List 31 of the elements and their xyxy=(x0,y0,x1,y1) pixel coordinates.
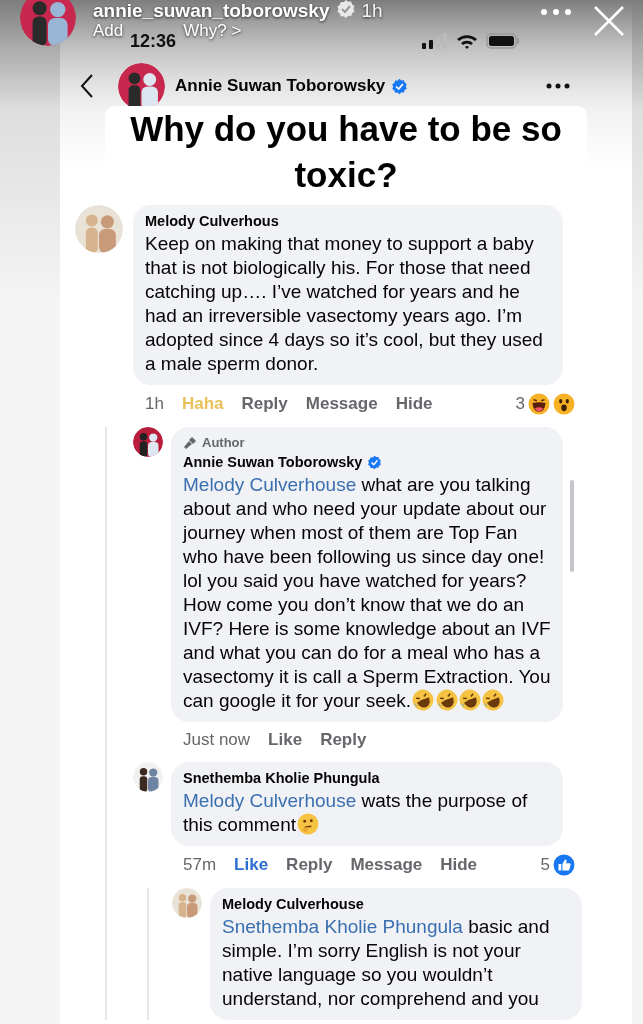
reaction-count: 3 xyxy=(515,394,525,414)
story-age: 1h xyxy=(361,0,383,22)
commenter-name[interactable]: Melody Culverhouse xyxy=(222,896,364,912)
mention-link[interactable]: Snethemba Kholie Phungula xyxy=(222,916,463,937)
comment-action-link[interactable]: Hide xyxy=(440,855,478,875)
comment-time: 57m xyxy=(183,855,217,875)
reaction-button[interactable]: Like xyxy=(268,730,303,750)
status-time: 12:36 xyxy=(130,30,177,52)
comment-action-link[interactable]: Reply xyxy=(320,730,367,750)
mention-link[interactable]: Melody Culverhouse xyxy=(183,474,357,495)
commenter-name[interactable]: Annie Suwan Toborowsky xyxy=(183,454,363,470)
comment-text: Melody Culverhouse wats the purpose of this comment xyxy=(183,789,529,837)
reaction-count: 5 xyxy=(540,855,550,875)
author-label: Author xyxy=(202,435,245,450)
comment-action-link[interactable]: Reply xyxy=(241,394,288,414)
page-name[interactable]: Annie Suwan Toborowsky xyxy=(175,76,386,96)
reaction-button[interactable]: Like xyxy=(234,855,269,875)
comment-text: Snethemba Kholie Phungula basic and simple. I’m sorry English is not your native language so you wouldn’t understand, nor comprehend and you xyxy=(222,915,551,1011)
story-subtitle: Add xyxy=(93,21,124,41)
comment-action-link[interactable]: Reply xyxy=(286,855,333,875)
comment-action-link[interactable]: Hide xyxy=(395,394,433,414)
commenter-name[interactable]: Snethemba Kholie Phungula xyxy=(183,770,380,786)
comment-time: Just now xyxy=(183,730,251,750)
story-username[interactable]: annie_suwan_toborowsky xyxy=(93,0,330,22)
comment-action-link[interactable]: Message xyxy=(350,855,423,875)
comment-action-link[interactable]: Message xyxy=(305,394,378,414)
comment-text: Keep on making that money to support a baby that is not biologically his. For those that need catching up…. I’ve watched for years and he had an irreversible vasectomy years ago. I’m adopted since 4 days so it’s cool, but they used a male sperm donor. xyxy=(145,232,544,376)
commenter-name[interactable]: Melody Culverhous xyxy=(145,213,279,229)
comment-text: Melody Culverhouse what are you talking about and who need your update about our journey when most of them are Top Fan who have been following us since day one! lol you said you have watched for years? How come you don’t know that we do an IVF? Here is some knowledge about an IVF and what you can do for a meal who has a vasectomy it is call a Sperm Extraction. You can google it for your seek. xyxy=(183,473,551,713)
mention-link[interactable]: Melody Culverhouse xyxy=(183,790,357,811)
comment-time: 1h xyxy=(145,394,164,414)
